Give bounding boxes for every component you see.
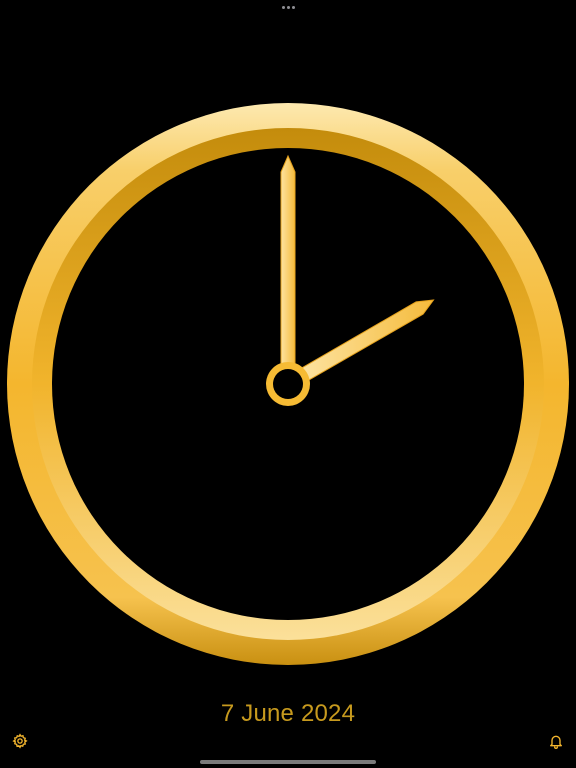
analog-clock bbox=[7, 103, 569, 665]
home-indicator[interactable] bbox=[200, 760, 376, 764]
alarm-button[interactable] bbox=[546, 731, 566, 751]
minute-hand bbox=[280, 154, 296, 365]
dot bbox=[291, 5, 295, 9]
center-hub-inner bbox=[273, 369, 303, 399]
settings-button[interactable] bbox=[10, 731, 30, 751]
dot bbox=[281, 5, 285, 9]
bell-icon bbox=[550, 735, 562, 749]
date-label: 7 June 2024 bbox=[220, 700, 356, 727]
dot bbox=[286, 5, 290, 9]
gear-icon bbox=[12, 733, 28, 749]
clock-screen: 7 June 2024 bbox=[0, 0, 576, 768]
more-menu-handle[interactable] bbox=[278, 2, 298, 12]
